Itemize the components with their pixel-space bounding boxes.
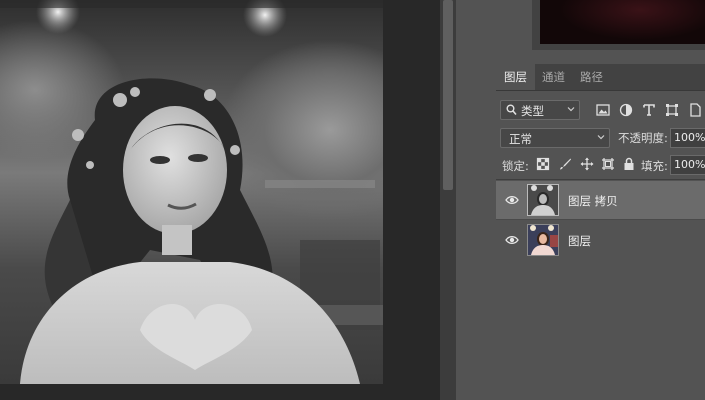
grayscale-portrait-thumbnail: [528, 185, 558, 215]
blend-mode-select[interactable]: 正常: [500, 128, 610, 148]
lock-all-icon[interactable]: [622, 157, 636, 171]
search-icon: [506, 104, 517, 116]
layer-divider: [496, 219, 705, 220]
lock-label: 锁定:: [502, 159, 529, 173]
smart-object-filter-icon[interactable]: [688, 103, 702, 117]
panel-divider: [496, 179, 705, 180]
filter-kind-label: 类型: [521, 104, 544, 118]
chevron-down-icon: [597, 135, 605, 140]
fill-input[interactable]: 100%: [670, 155, 705, 175]
eye-icon[interactable]: [505, 194, 519, 206]
opacity-value: 100%: [674, 131, 705, 144]
panel-tab-bar: 图层 通道 路径: [496, 64, 705, 91]
layer-thumbnail[interactable]: [527, 184, 559, 216]
layer-name[interactable]: 图层: [568, 233, 591, 249]
layer-row[interactable]: 图层: [496, 221, 705, 259]
lock-transparent-pixels-icon[interactable]: [536, 157, 550, 171]
canvas-image[interactable]: [0, 0, 383, 384]
portrait-illustration: [0, 0, 383, 384]
layer-filter-select[interactable]: 类型: [500, 100, 580, 120]
image-filter-icon[interactable]: [596, 103, 610, 117]
layer-name[interactable]: 图层 拷贝: [568, 193, 618, 209]
opacity-input[interactable]: 100%: [670, 128, 705, 148]
navigator-preview[interactable]: [540, 0, 705, 44]
color-portrait-thumbnail: [528, 225, 558, 255]
tab-paths[interactable]: 路径: [572, 64, 611, 90]
layers-panel: 图层 通道 路径 类型 正常 不透明度: 100% 锁定: 填充: 100% 图…: [496, 0, 705, 400]
canvas-vertical-scrollbar[interactable]: [440, 0, 456, 400]
opacity-label: 不透明度:: [618, 131, 668, 145]
layer-row[interactable]: 图层 拷贝: [496, 181, 705, 219]
scrollbar-thumb[interactable]: [443, 0, 453, 190]
fill-value: 100%: [674, 158, 705, 171]
eye-icon[interactable]: [505, 234, 519, 246]
navigator-panel: [532, 0, 705, 50]
chevron-down-icon: [567, 107, 575, 112]
lock-artboard-icon[interactable]: [601, 157, 615, 171]
layer-thumbnail[interactable]: [527, 224, 559, 256]
panel-dock-gutter: [456, 0, 496, 400]
shape-filter-icon[interactable]: [665, 103, 679, 117]
document-canvas-area[interactable]: [0, 0, 440, 400]
tab-layers[interactable]: 图层: [496, 64, 535, 90]
type-filter-icon[interactable]: [642, 103, 656, 117]
tab-channels[interactable]: 通道: [534, 64, 573, 90]
lock-position-icon[interactable]: [580, 157, 594, 171]
lock-image-pixels-icon[interactable]: [558, 157, 572, 171]
blend-mode-value: 正常: [509, 132, 532, 146]
adjustment-filter-icon[interactable]: [619, 103, 633, 117]
fill-label: 填充:: [641, 159, 668, 173]
